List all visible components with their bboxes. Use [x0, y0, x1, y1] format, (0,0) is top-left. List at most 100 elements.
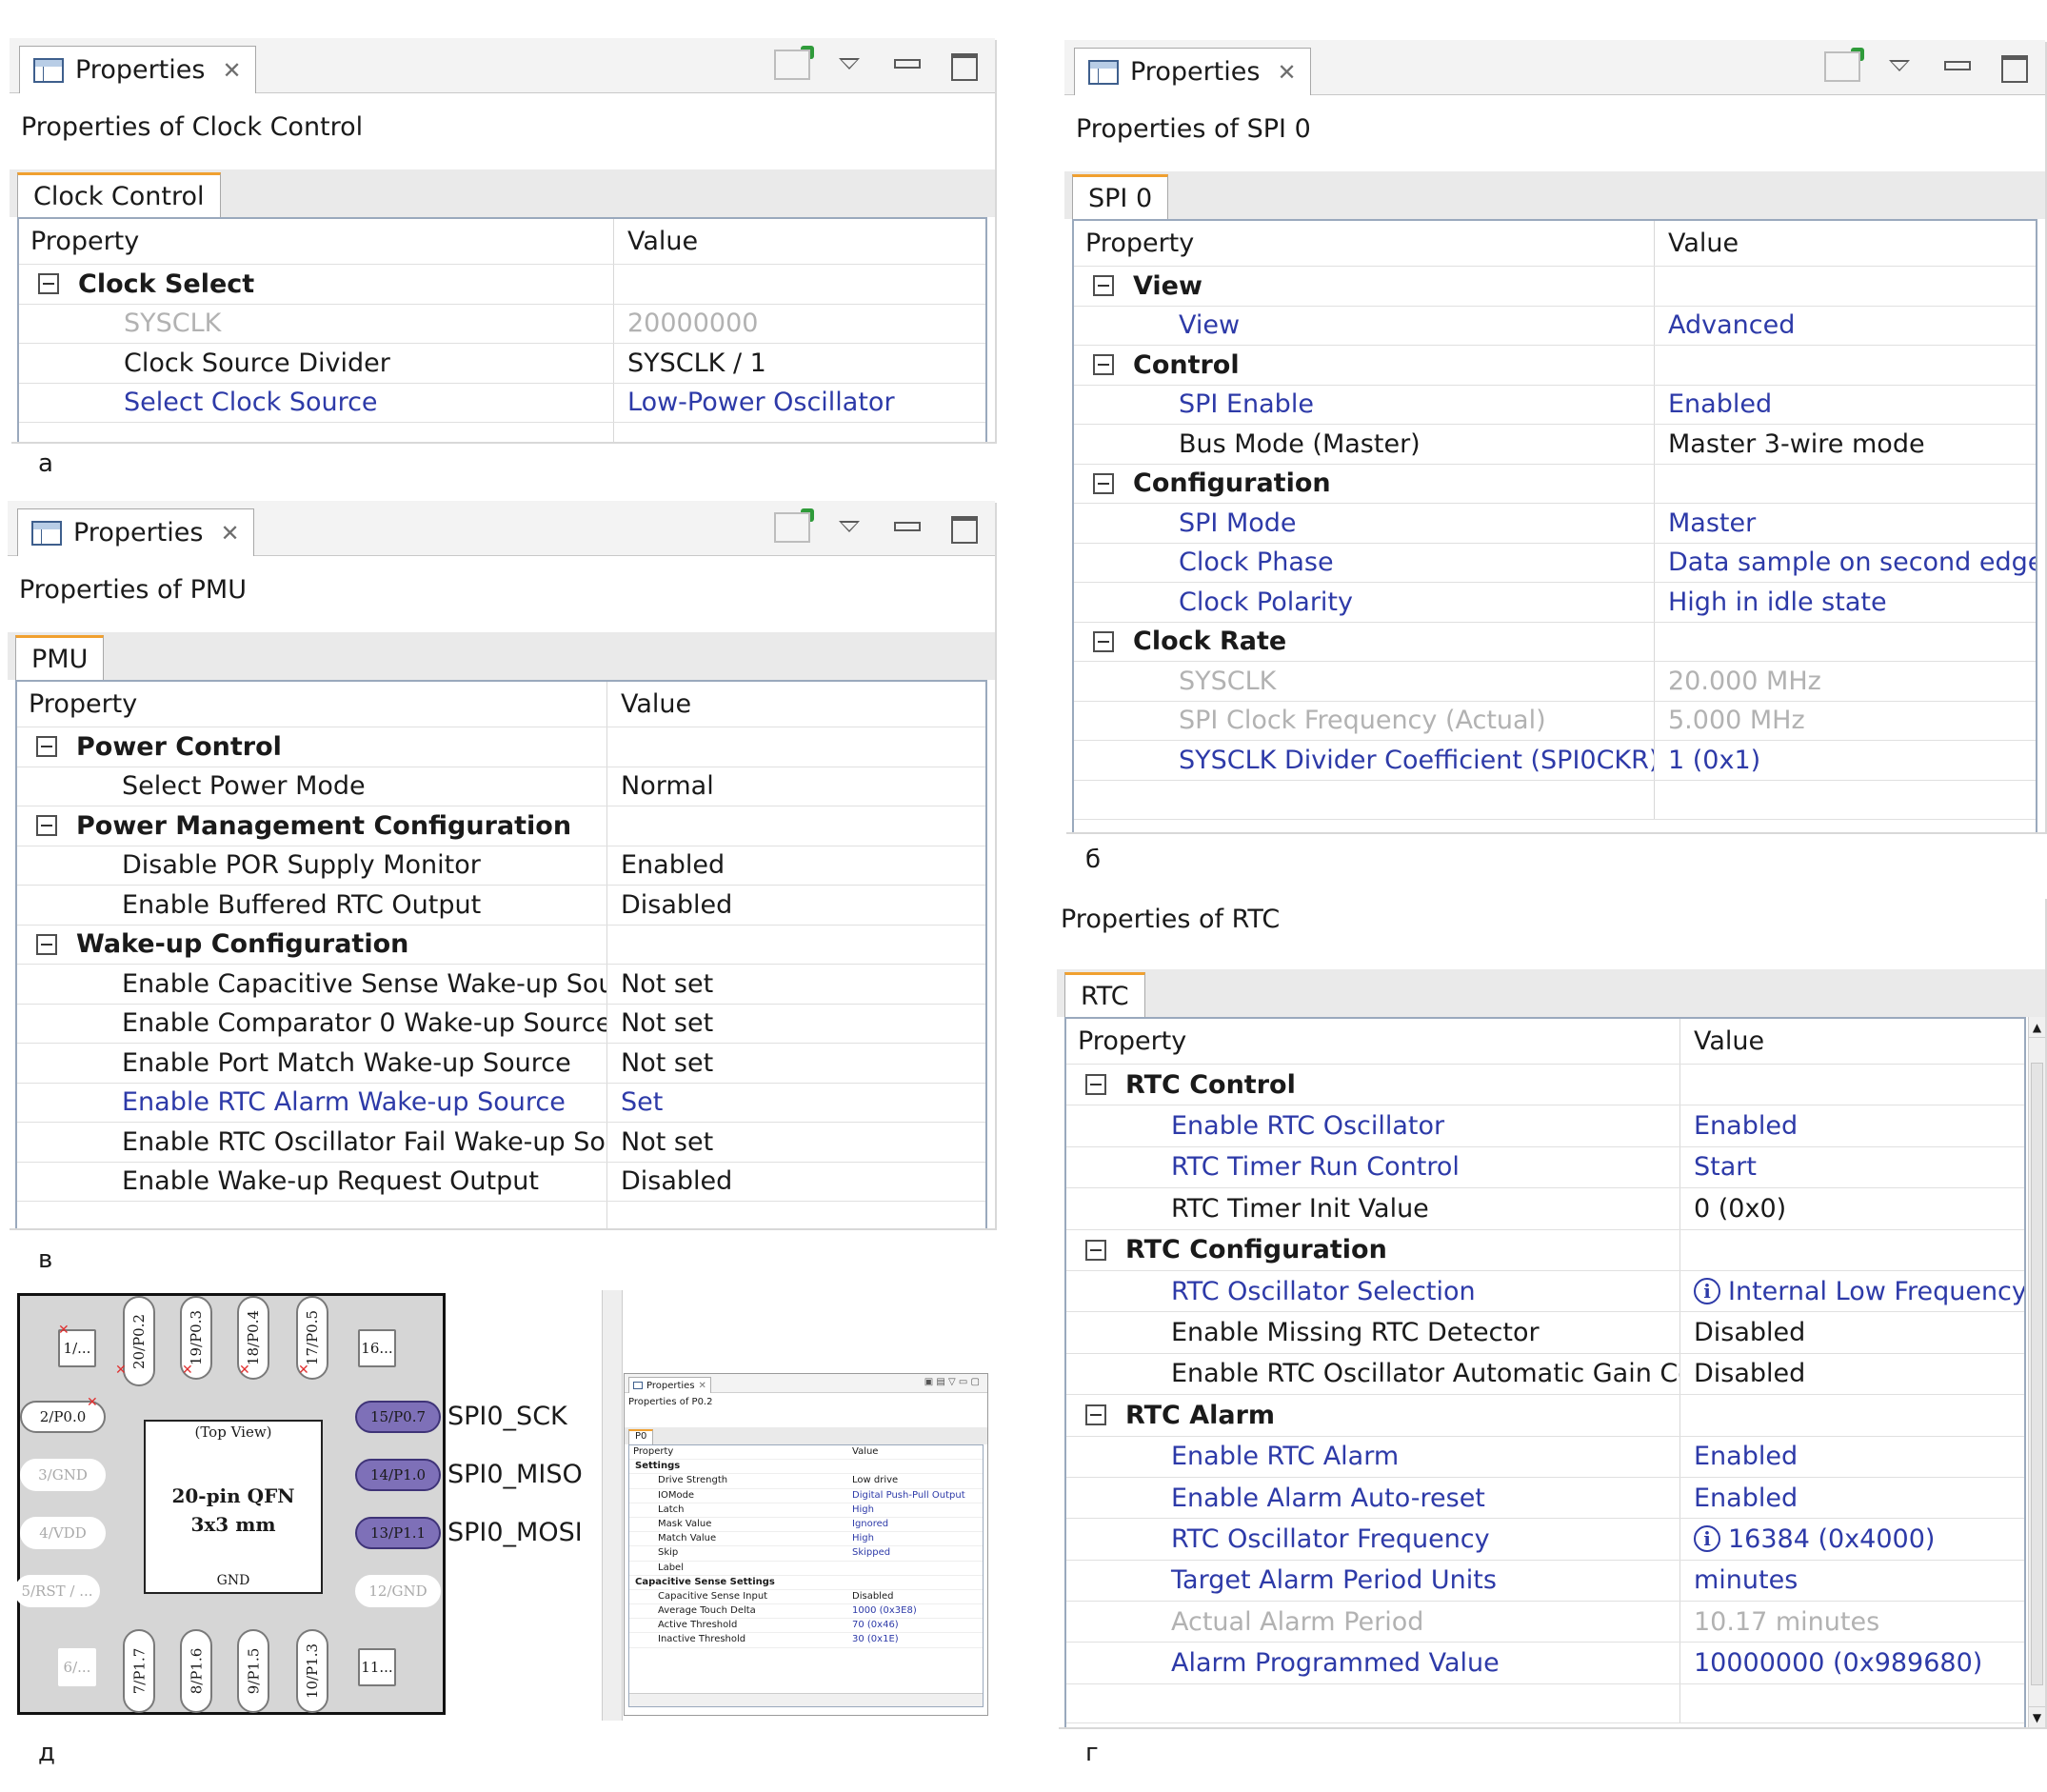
properties-view-tab[interactable]: Properties ✕ — [1074, 48, 1311, 95]
category-row[interactable]: Clock Rate — [1074, 622, 2036, 662]
minimize-icon[interactable] — [1938, 51, 1975, 82]
property-value[interactable]: minutes — [1680, 1561, 2024, 1601]
mini-property-row[interactable]: Label — [629, 1562, 983, 1576]
property-value[interactable]: Enabled — [1680, 1437, 2024, 1477]
category-row[interactable]: Configuration — [1074, 464, 2036, 504]
property-row[interactable]: Target Alarm Period Units minutes — [1066, 1560, 2024, 1603]
property-value[interactable]: 0 (0x0) — [1680, 1188, 2024, 1228]
property-row[interactable]: Enable Wake-up Request Output Disabled — [17, 1162, 985, 1202]
property-row[interactable]: Select Power Mode Normal — [17, 767, 985, 806]
column-header-value[interactable]: Value — [607, 682, 985, 727]
collapse-icon[interactable] — [1093, 275, 1114, 297]
mini-property-value[interactable]: Low drive — [852, 1475, 898, 1485]
property-value[interactable]: Disabled — [1680, 1312, 2024, 1352]
property-row[interactable]: Enable Capacitive Sense Wake-up Sourc Not… — [17, 965, 985, 1005]
property-value[interactable]: 10000000 (0x989680) — [1680, 1643, 2024, 1682]
mini-property-value[interactable]: Disabled — [852, 1591, 893, 1602]
property-row[interactable]: Enable RTC Alarm Wake-up Source Set — [17, 1083, 985, 1123]
property-value[interactable]: SYSCLK / 1 — [614, 344, 985, 383]
property-value[interactable]: Start — [1680, 1147, 2024, 1187]
mini-property-row[interactable]: Skip Skipped — [629, 1546, 983, 1562]
property-value[interactable]: Disabled — [1680, 1354, 2024, 1394]
property-row[interactable]: SYSCLK Divider Coefficient (SPI0CKR) 1 (0… — [1074, 741, 2036, 781]
column-header-property[interactable]: Property — [1074, 221, 1655, 266]
property-value[interactable]: Master — [1655, 504, 2036, 543]
tab-rtc[interactable]: RTC — [1064, 972, 1145, 1018]
property-row[interactable]: Clock Polarity High in idle state — [1074, 583, 2036, 623]
collapse-icon[interactable] — [36, 815, 57, 837]
collapse-icon[interactable] — [38, 273, 59, 295]
property-value[interactable]: Normal — [607, 767, 985, 806]
property-value[interactable]: Not set — [607, 1123, 985, 1162]
mini-category-row[interactable]: Capacitive Sense Settings — [629, 1576, 983, 1590]
property-row[interactable]: View Advanced — [1074, 306, 2036, 346]
property-value[interactable]: Set — [607, 1084, 985, 1123]
category-row[interactable]: Power Management Configuration — [17, 806, 985, 846]
collapse-icon[interactable] — [1093, 354, 1114, 376]
property-row[interactable]: Enable Alarm Auto-reset Enabled — [1066, 1477, 2024, 1520]
mini-property-row[interactable]: Latch High — [629, 1503, 983, 1518]
property-value[interactable]: 20.000 MHz — [1655, 662, 2036, 701]
pin-bottom-7[interactable]: 7/P1.7 — [123, 1629, 155, 1713]
mini-property-value[interactable]: 70 (0x46) — [852, 1620, 899, 1630]
view-menu-icon[interactable] — [1881, 51, 1918, 82]
property-row[interactable]: SPI Mode Master — [1074, 504, 2036, 544]
property-value[interactable]: Data sample on second edge — [1655, 544, 2036, 583]
property-row[interactable]: RTC Oscillator Selection i Internal Low Fr… — [1066, 1270, 2024, 1313]
close-icon[interactable]: ✕ — [699, 1381, 706, 1391]
mini-property-value[interactable]: Skipped — [852, 1547, 890, 1558]
collapse-icon[interactable] — [36, 736, 57, 758]
scroll-down-arrow[interactable]: ▼ — [2029, 1706, 2045, 1727]
properties-view-tab[interactable]: Properties ✕ — [19, 46, 256, 93]
category-row[interactable]: View — [1074, 267, 2036, 307]
property-value[interactable]: i Internal Low Frequency — [1680, 1271, 2024, 1311]
mini-property-row[interactable]: Capacitive Sense Input Disabled — [629, 1590, 983, 1605]
property-value[interactable]: High in idle state — [1655, 583, 2036, 622]
pin-corner-11[interactable]: 11... — [358, 1648, 396, 1686]
tab-spi0[interactable]: SPI 0 — [1072, 174, 1169, 220]
collapse-icon[interactable] — [1085, 1074, 1106, 1096]
mini-property-value[interactable]: High — [852, 1533, 874, 1543]
property-row[interactable]: SYSCLK 20000000 — [19, 304, 985, 344]
category-row[interactable]: Clock Select — [19, 265, 985, 305]
property-value[interactable]: 1 (0x1) — [1655, 741, 2036, 780]
column-header-property[interactable]: Property — [19, 219, 614, 264]
column-header-value[interactable]: Value — [614, 219, 985, 264]
category-row[interactable]: Wake-up Configuration — [17, 925, 985, 965]
category-row[interactable]: RTC Alarm — [1066, 1395, 2024, 1437]
property-value[interactable]: Enabled — [1680, 1105, 2024, 1145]
property-row[interactable]: Clock Phase Data sample on second edge — [1074, 543, 2036, 583]
property-value[interactable]: Advanced — [1655, 307, 2036, 346]
maximize-icon[interactable] — [945, 512, 982, 544]
pin-corner-16[interactable]: 16... — [358, 1329, 396, 1367]
splitter[interactable] — [602, 1290, 623, 1721]
mini-property-row[interactable]: Match Value High — [629, 1532, 983, 1547]
property-value[interactable]: Enabled — [1655, 386, 2036, 425]
property-row[interactable]: Select Clock Source Low-Power Oscillator — [19, 383, 985, 423]
pin-right-12[interactable]: 12/GND — [355, 1575, 441, 1607]
mini-property-row[interactable]: Active Threshold 70 (0x46) — [629, 1619, 983, 1634]
mini-property-value[interactable]: 30 (0x1E) — [852, 1634, 899, 1644]
filter-icon[interactable] — [1824, 51, 1860, 82]
property-row[interactable]: SYSCLK 20.000 MHz — [1074, 662, 2036, 702]
property-value[interactable]: 10.17 minutes — [1680, 1602, 2024, 1642]
property-row[interactable]: RTC Oscillator Frequency i 16384 (0x4000) — [1066, 1519, 2024, 1561]
vertical-scrollbar[interactable]: ▲ ▼ — [2028, 1017, 2045, 1727]
scroll-up-arrow[interactable]: ▲ — [2029, 1017, 2045, 1038]
close-icon[interactable]: ✕ — [1277, 59, 1296, 86]
close-icon[interactable]: ✕ — [220, 520, 239, 547]
column-header-value[interactable]: Value — [1655, 221, 2036, 266]
mini-tab-p0[interactable]: P0 — [628, 1429, 654, 1444]
property-value[interactable]: Enabled — [1680, 1478, 2024, 1518]
property-value[interactable]: Enabled — [607, 846, 985, 886]
pin-corner-6[interactable]: 6/... — [58, 1648, 96, 1686]
property-value[interactable]: Not set — [607, 1044, 985, 1083]
mini-horizontal-scrollbar[interactable] — [629, 1693, 983, 1706]
pin-bottom-10[interactable]: 10/P1.3 — [296, 1629, 328, 1713]
property-value[interactable]: 20000000 — [614, 305, 985, 344]
mini-property-value[interactable]: 1000 (0x3E8) — [852, 1605, 917, 1616]
pin-bottom-8[interactable]: 8/P1.6 — [180, 1629, 212, 1713]
pin-right-14[interactable]: 14/P1.0 — [355, 1459, 441, 1491]
property-value[interactable]: i 16384 (0x4000) — [1680, 1519, 2024, 1559]
tab-pmu[interactable]: PMU — [15, 635, 105, 681]
